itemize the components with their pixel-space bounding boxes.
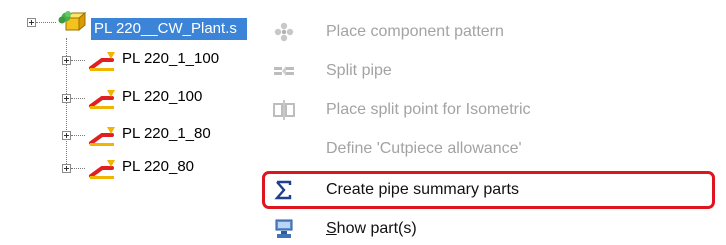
- root-dot-line: [36, 22, 56, 23]
- tree-root-node[interactable]: PL 220__CW_Plant.s: [0, 8, 262, 40]
- menu-item-define-cutpiece-allowance[interactable]: Define 'Cutpiece allowance': [262, 133, 726, 165]
- pipe-tree: PL 220__CW_Plant.s PL 220_1_100 PL 220_1…: [0, 0, 262, 243]
- annotation-highlight-box: [262, 171, 715, 209]
- menu-item-label: Define 'Cutpiece allowance': [326, 140, 522, 157]
- expand-node-icon[interactable]: [62, 131, 71, 140]
- expand-node-icon[interactable]: [62, 56, 71, 65]
- pipeline-icon: [89, 160, 115, 179]
- menu-item-label-rest: how part(s): [336, 220, 417, 237]
- expand-node-icon[interactable]: [62, 94, 71, 103]
- tree-child-node[interactable]: PL 220_80: [0, 156, 262, 182]
- tree-child-label: PL 220_1_100: [122, 50, 220, 67]
- pipeline-icon: [89, 127, 115, 146]
- pipeline-icon: [89, 52, 115, 71]
- show-parts-icon: [275, 219, 293, 238]
- child-dot-line: [71, 168, 85, 169]
- tree-child-label: PL 220_80: [122, 158, 195, 175]
- split-point-icon: [273, 100, 295, 120]
- menu-item-split-pipe[interactable]: Split pipe: [262, 55, 726, 87]
- pipeline-icon: [89, 90, 115, 109]
- tree-child-node[interactable]: PL 220_1_80: [0, 123, 262, 149]
- component-pattern-icon: [274, 22, 294, 42]
- split-pipe-icon: [274, 66, 294, 76]
- menu-item-label: Split pipe: [326, 62, 392, 79]
- accelerator-key: S: [326, 220, 337, 237]
- tree-child-label: PL 220_1_80: [122, 125, 211, 142]
- menu-item-show-parts[interactable]: Show part(s): [262, 213, 726, 245]
- tree-child-node[interactable]: PL 220_100: [0, 86, 262, 112]
- tree-child-label: PL 220_100: [122, 88, 203, 105]
- menu-item-label: Place component pattern: [326, 23, 504, 40]
- child-dot-line: [71, 135, 85, 136]
- menu-item-place-split-point[interactable]: Place split point for Isometric: [262, 94, 726, 126]
- expand-node-icon[interactable]: [62, 164, 71, 173]
- child-dot-line: [71, 98, 85, 99]
- tree-root-label[interactable]: PL 220__CW_Plant.s: [91, 18, 247, 40]
- tree-child-node[interactable]: PL 220_1_100: [0, 48, 262, 74]
- menu-item-place-component-pattern[interactable]: Place component pattern: [262, 16, 726, 48]
- menu-item-label: Place split point for Isometric: [326, 101, 531, 118]
- child-dot-line: [71, 60, 85, 61]
- plant-cube-icon: [58, 11, 87, 32]
- expand-root-icon[interactable]: [27, 18, 36, 27]
- menu-item-label: Show part(s): [326, 213, 417, 245]
